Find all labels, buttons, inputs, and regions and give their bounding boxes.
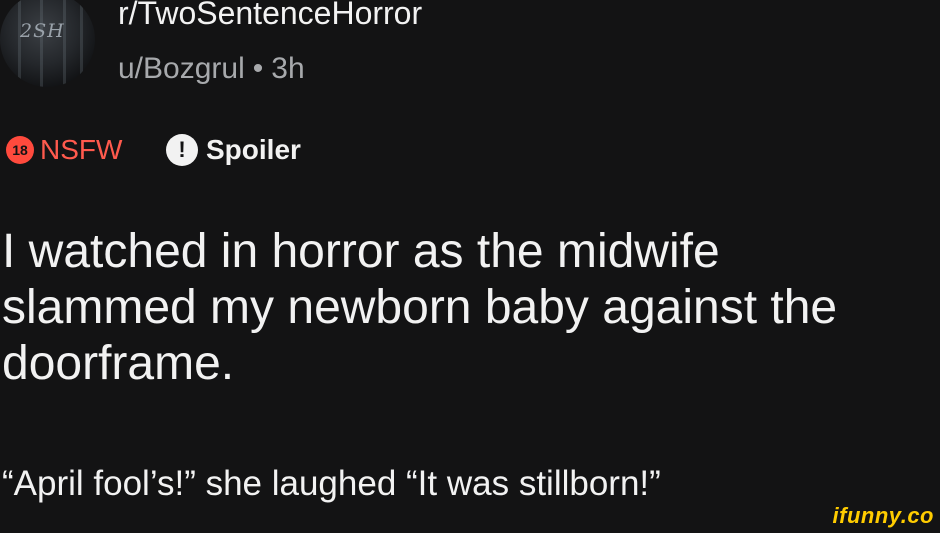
spoiler-tag: ! Spoiler bbox=[166, 134, 301, 166]
avatar-logo-text: 2SH bbox=[20, 20, 65, 42]
post-title-line: doorframe. bbox=[2, 337, 235, 390]
meta-separator: • bbox=[252, 52, 264, 85]
post-meta: u/Bozgrul • 3h bbox=[118, 52, 305, 86]
post-title-line: slammed my newborn baby against the bbox=[2, 281, 838, 334]
post-title-line: I watched in horror as the midwife bbox=[2, 225, 720, 278]
age-18-icon: 18 bbox=[6, 136, 34, 164]
exclamation-icon: ! bbox=[166, 134, 198, 166]
subreddit-name[interactable]: r/TwoSentenceHorror bbox=[118, 0, 422, 32]
subreddit-avatar[interactable]: 2SH bbox=[0, 0, 95, 87]
nsfw-tag: 18 NSFW bbox=[6, 134, 122, 166]
nsfw-label: NSFW bbox=[40, 134, 123, 165]
post-age: 3h bbox=[271, 52, 305, 85]
author-link[interactable]: u/Bozgrul bbox=[118, 52, 245, 85]
post-title[interactable]: I watched in horror as the midwife slamm… bbox=[2, 224, 940, 392]
ifunny-watermark: ifunny.co bbox=[832, 503, 934, 528]
spoiler-label: Spoiler bbox=[206, 134, 301, 165]
post-body: “April fool’s!” she laughed “It was stil… bbox=[2, 464, 661, 503]
